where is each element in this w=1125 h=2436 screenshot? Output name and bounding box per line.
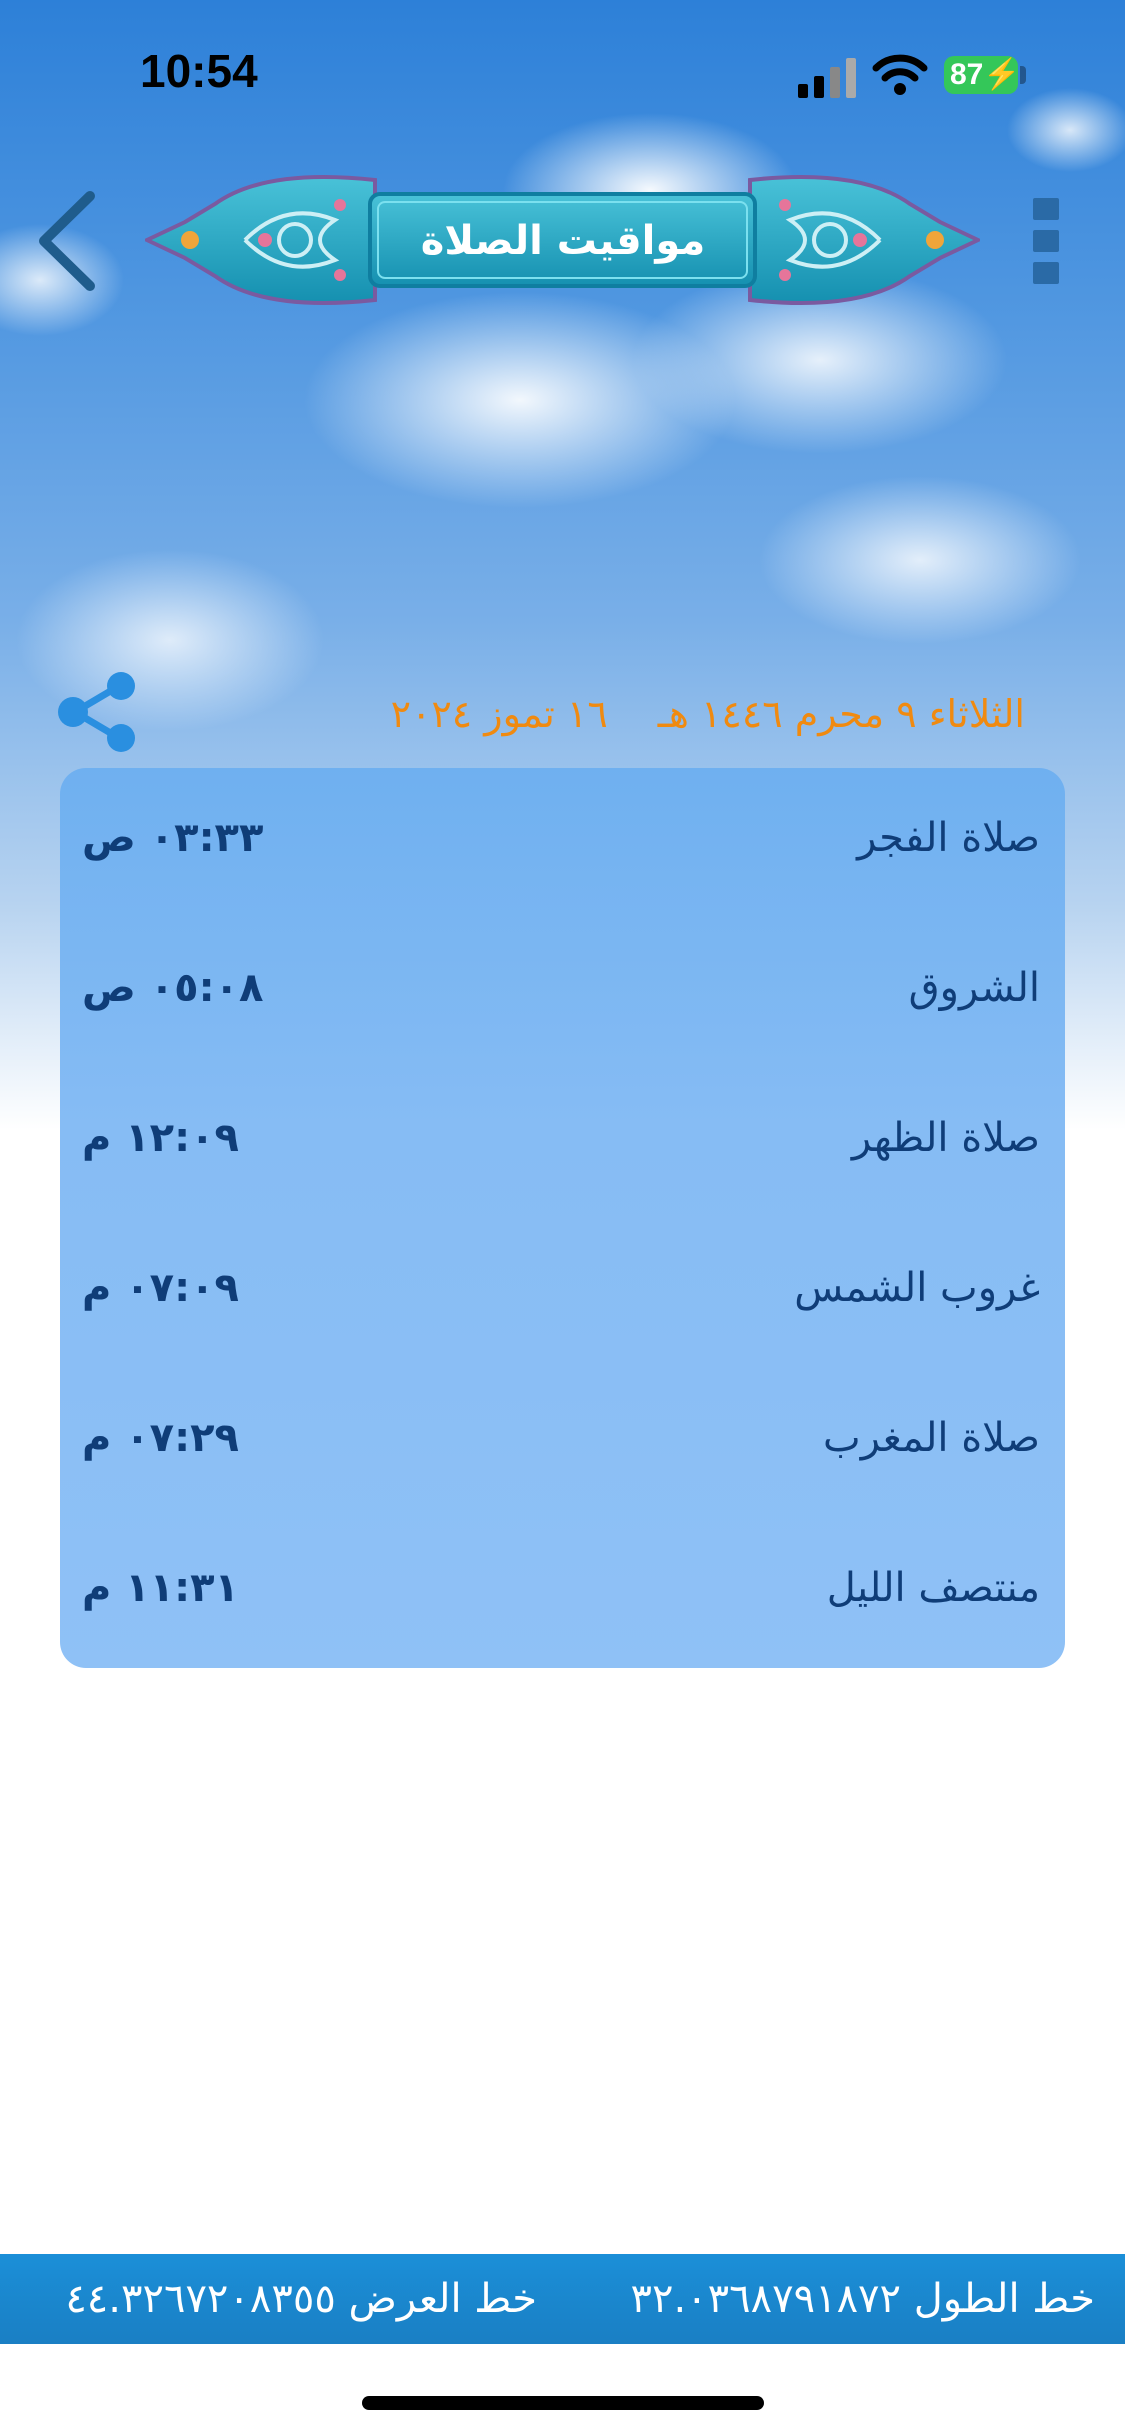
wifi-icon	[872, 54, 928, 95]
menu-button[interactable]	[1025, 196, 1065, 286]
status-bar: 10:54 87⚡	[0, 0, 1125, 140]
prayer-row-maghrib: صلاة المغرب ٠٧:٢٩ م	[60, 1398, 1065, 1478]
gregorian-date: ١٦ تموز ٢٠٢٤	[390, 692, 608, 736]
prayer-times-panel: صلاة الفجر ٠٣:٣٣ ص الشروق ٠٥:٠٨ ص صلاة ا…	[60, 768, 1065, 1668]
coordinates-bar: خط الطول ٣٢.٠٣٦٨٧٩١٨٧٢ خط العرض ٤٤.٣٢٦٧٢…	[0, 2254, 1125, 2344]
menu-icon-bar	[1033, 230, 1059, 252]
menu-icon-bar	[1033, 198, 1059, 220]
battery-tip	[1020, 66, 1026, 84]
share-button[interactable]	[55, 670, 139, 754]
prayer-time: ٠٥:٠٨ ص	[82, 965, 264, 1011]
battery-level: 87	[950, 58, 984, 91]
prayer-time: ٠٧:٢٩ م	[82, 1415, 239, 1461]
share-icon	[58, 672, 135, 752]
prayer-name: غروب الشمس	[794, 1265, 1040, 1311]
prayer-name: صلاة المغرب	[823, 1415, 1040, 1461]
latitude-label: خط العرض ٤٤.٣٢٦٧٢٠٨٣٥٥	[65, 2276, 537, 2322]
prayer-row-midnight: منتصف الليل ١١:٣١ م	[60, 1548, 1065, 1628]
hijri-date: الثلاثاء ٩ محرم ١٤٤٦ هـ	[657, 692, 1025, 736]
prayer-time: ١٢:٠٩ م	[82, 1115, 239, 1161]
prayer-time: ٠٣:٣٣ ص	[82, 815, 264, 861]
prayer-row-fajr: صلاة الفجر ٠٣:٣٣ ص	[60, 798, 1065, 878]
menu-icon-bar	[1033, 262, 1059, 284]
prayer-name: منتصف الليل	[826, 1565, 1040, 1611]
prayer-name: صلاة الفجر	[857, 815, 1040, 861]
prayer-time: ١١:٣١ م	[82, 1565, 239, 1611]
longitude-label: خط الطول ٣٢.٠٣٦٨٧٩١٨٧٢	[630, 2276, 1096, 2322]
back-button[interactable]	[30, 186, 110, 296]
date-line: الثلاثاء ٩ محرم ١٤٤٦ هـ ١٦ تموز ٢٠٢٤	[310, 688, 1025, 740]
prayer-row-dhuhr: صلاة الظهر ١٢:٠٩ م	[60, 1098, 1065, 1178]
prayer-name: صلاة الظهر	[851, 1115, 1040, 1161]
page-title: مواقيت الصلاة	[420, 218, 706, 264]
prayer-time: ٠٧:٠٩ م	[82, 1265, 239, 1311]
chevron-left-icon	[39, 191, 95, 291]
prayer-row-sunset: غروب الشمس ٠٧:٠٩ م	[60, 1248, 1065, 1328]
prayer-name: الشروق	[908, 965, 1040, 1011]
signal-icon	[798, 58, 856, 98]
prayer-row-sunrise: الشروق ٠٥:٠٨ ص	[60, 948, 1065, 1028]
status-time: 10:54	[140, 45, 258, 97]
battery-charging-icon: 87⚡	[944, 56, 1021, 94]
home-indicator	[362, 2396, 764, 2410]
